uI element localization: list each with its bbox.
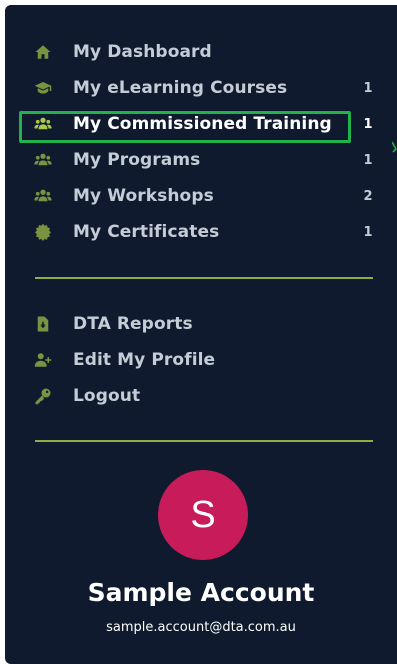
users-icon	[32, 149, 54, 171]
nav-item-label: My Dashboard	[73, 42, 212, 62]
divider	[35, 277, 373, 279]
nav-item-dta-reports[interactable]: DTA Reports	[32, 309, 374, 339]
nav-item-label: My Programs	[73, 150, 201, 170]
nav-item-commissioned-training[interactable]: My Commissioned Training 1	[32, 109, 374, 139]
nav-item-label: My Commissioned Training	[73, 114, 332, 134]
file-download-icon	[32, 313, 54, 335]
account-email: sample.account@dta.com.au	[106, 620, 296, 635]
nav-item-logout[interactable]: Logout	[32, 381, 374, 411]
nav-item-label: Edit My Profile	[73, 350, 216, 370]
nav-item-programs[interactable]: My Programs 1	[32, 145, 374, 175]
certificate-icon	[32, 221, 54, 243]
account-name: Sample Account	[87, 578, 315, 607]
users-icon	[32, 113, 54, 135]
nav-item-edit-profile[interactable]: Edit My Profile	[32, 345, 374, 375]
nav-item-count: 1	[363, 224, 373, 240]
nav-item-label: My Certificates	[73, 222, 220, 242]
nav-item-elearning-courses[interactable]: My eLearning Courses 1	[32, 73, 374, 103]
divider	[35, 440, 373, 442]
arrow-tip-icon	[392, 141, 397, 153]
nav-item-dashboard[interactable]: My Dashboard	[32, 37, 374, 67]
avatar-initial: S	[190, 493, 216, 536]
nav-item-label: My Workshops	[73, 186, 214, 206]
graduation-cap-icon	[32, 77, 54, 99]
users-icon	[32, 185, 54, 207]
nav-item-count: 1	[363, 152, 373, 168]
key-icon	[32, 385, 54, 407]
nav-item-label: My eLearning Courses	[73, 78, 288, 98]
nav-item-workshops[interactable]: My Workshops 2	[32, 181, 374, 211]
nav-item-label: Logout	[73, 386, 141, 406]
home-icon	[32, 41, 54, 63]
sidebar-panel: My Dashboard My eLearning Courses 1 My C…	[5, 5, 397, 664]
nav-item-certificates[interactable]: My Certificates 1	[32, 217, 374, 247]
nav-item-count: 1	[363, 116, 373, 132]
avatar[interactable]: S	[158, 470, 248, 560]
user-plus-icon	[32, 349, 54, 371]
nav-item-count: 1	[363, 80, 373, 96]
nav-item-label: DTA Reports	[73, 314, 193, 334]
nav-item-count: 2	[363, 188, 373, 204]
